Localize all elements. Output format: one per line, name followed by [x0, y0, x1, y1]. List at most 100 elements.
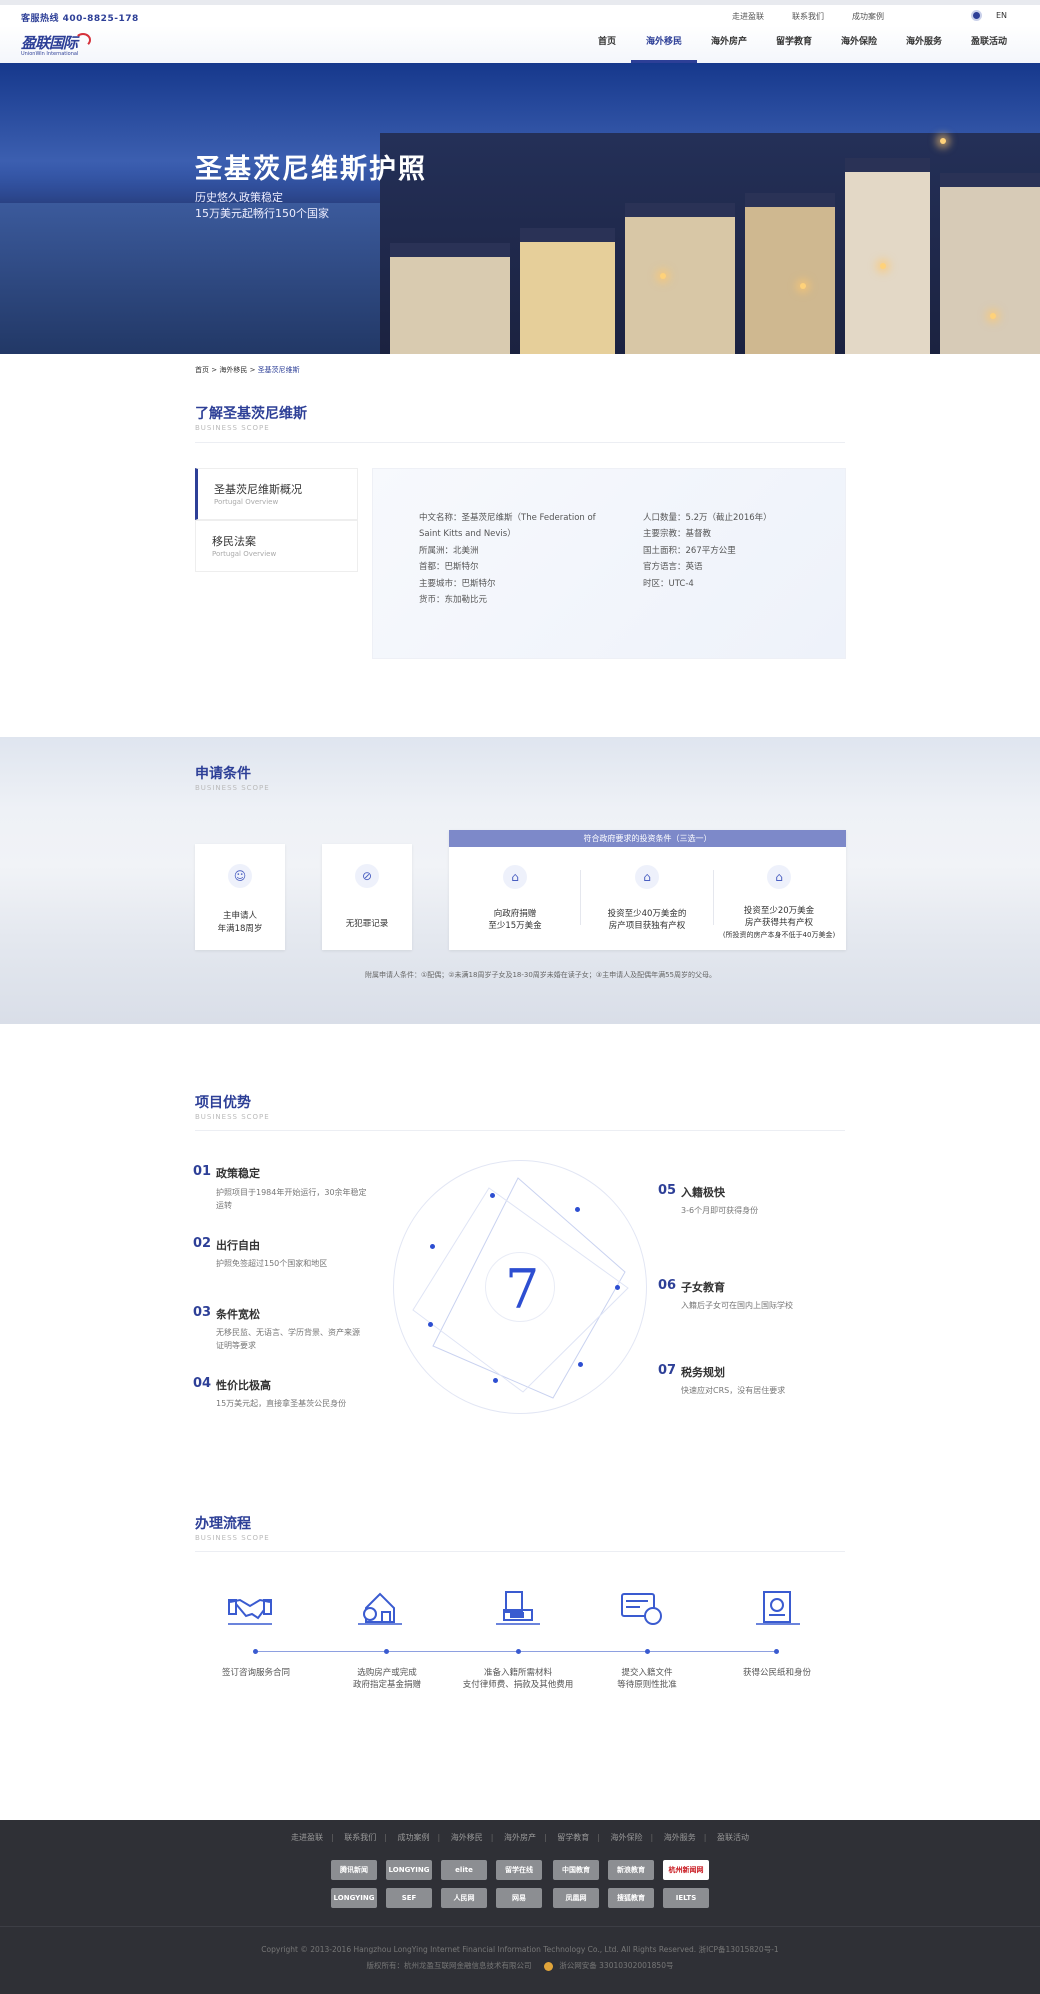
ring-dot	[490, 1193, 495, 1198]
partner-logo[interactable]: 搜狐教育	[608, 1888, 654, 1908]
divider	[195, 442, 845, 443]
footer-sep: |	[544, 1833, 547, 1842]
ring-dot	[430, 1244, 435, 1249]
process-step-line: 政府指定基金捐赠	[352, 1680, 421, 1690]
advantage-title: 政策稳定	[216, 1167, 260, 1180]
info-line: 国土面积：267平方公里	[643, 545, 736, 556]
nav-insurance[interactable]: 海外保险	[827, 26, 891, 63]
top-link-cases[interactable]: 成功案例	[852, 11, 884, 22]
info-left-column: 中文名称：圣基茨尼维斯（The Federation of Saint Kitt…	[419, 510, 596, 608]
nav-service[interactable]: 海外服务	[891, 26, 957, 63]
hero-banner: 圣基茨尼维斯护照 历史悠久政策稳定 15万美元起畅行150个国家	[0, 63, 1040, 354]
timeline-dot	[384, 1649, 389, 1654]
hero-light	[660, 273, 666, 279]
breadcrumb-current: 圣基茨尼维斯	[257, 366, 300, 374]
hero-house	[940, 173, 1040, 354]
partner-logo[interactable]: 人民网	[441, 1888, 487, 1908]
tab-overview[interactable]: 圣基茨尼维斯概况 Portugal Overview	[195, 468, 358, 520]
advantage-number: 02	[193, 1236, 212, 1251]
timeline-dot	[516, 1649, 521, 1654]
nav-events[interactable]: 盈联活动	[957, 26, 1021, 63]
partner-logo[interactable]: 凤凰网	[553, 1888, 599, 1908]
advantage-desc: 3-6个月即可获得身份	[681, 1206, 759, 1215]
footer-sep: |	[437, 1833, 441, 1842]
top-link-about[interactable]: 走进盈联	[732, 11, 764, 22]
partner-logo[interactable]: SEF	[386, 1888, 432, 1908]
partner-logo[interactable]: 腾讯新闻	[331, 1860, 377, 1880]
footer-sep: |	[331, 1833, 334, 1842]
breadcrumb-home[interactable]: 首页	[195, 366, 209, 374]
option-donation-label: 向政府捐赠 至少15万美金	[465, 908, 565, 932]
partner-logo[interactable]: LONGYING	[386, 1860, 432, 1880]
partner-logo[interactable]: 网易	[496, 1888, 542, 1908]
advantage-desc-line: 证明等要求	[216, 1341, 256, 1350]
main-header: 盈联国际 UnionWin International 首页 海外移民 海外房产…	[0, 26, 1040, 63]
partner-logo[interactable]: LONGYING	[331, 1888, 377, 1908]
breadcrumb-sep: >	[211, 366, 218, 374]
info-line: 主要城市：巴斯特尔	[419, 578, 496, 589]
partner-logo[interactable]: 留学在线	[496, 1860, 542, 1880]
nav-home[interactable]: 首页	[583, 26, 631, 63]
language-switch[interactable]: EN	[996, 11, 1007, 20]
footer-link[interactable]: 盈联活动	[717, 1833, 749, 1842]
footer-link[interactable]: 海外房产	[504, 1833, 536, 1842]
breadcrumb-immigration[interactable]: 海外移民	[219, 366, 247, 374]
top-link-contact[interactable]: 联系我们	[792, 11, 824, 22]
advantage-desc: 无移民监、无语言、学历背景、资产来源 证明等要求	[216, 1326, 360, 1352]
option-line: 房产项目获独有产权	[608, 921, 686, 931]
person-icon: ☺	[228, 864, 252, 888]
hero-house	[625, 203, 735, 354]
overview-subtitle: BUSINESS SCOPE	[195, 424, 270, 432]
tab-immigration-law[interactable]: 移民法案 Portugal Overview	[195, 520, 358, 572]
globe-icon[interactable]	[971, 10, 982, 21]
police-record-text[interactable]: 浙公网安备 33010302001850号	[559, 1961, 673, 1970]
hero-light	[880, 263, 886, 269]
footer-sep: |	[597, 1833, 600, 1842]
hero-town-image	[380, 133, 1040, 354]
partner-logo[interactable]: IELTS	[663, 1888, 709, 1908]
ring-dot	[428, 1322, 433, 1327]
logo-text-cn: 盈联国际	[21, 34, 78, 52]
info-right-column: 人口数量：5.2万（截止2016年） 主要宗教：基督教 国土面积：267平方公里…	[643, 510, 772, 592]
footer-link[interactable]: 成功案例	[398, 1833, 430, 1842]
footer-link[interactable]: 联系我们	[344, 1833, 376, 1842]
partner-logo[interactable]: 新浪教育	[608, 1860, 654, 1880]
owner-text: 版权所有：杭州龙盈互联网金融信息技术有限公司	[366, 1961, 532, 1970]
footer-link[interactable]: 走进盈联	[291, 1833, 323, 1842]
nav-immigration[interactable]: 海外移民	[631, 26, 697, 63]
process-timeline	[255, 1651, 775, 1652]
advantage-desc: 15万美元起，直接拿圣基茨公民身份	[216, 1399, 347, 1408]
timeline-dot	[774, 1649, 779, 1654]
option-line: 向政府捐赠	[493, 909, 537, 919]
logo[interactable]: 盈联国际 UnionWin International	[21, 32, 91, 57]
advantage-desc: 入籍后子女可在国内上国际学校	[681, 1301, 793, 1310]
footer-link[interactable]: 留学教育	[557, 1833, 589, 1842]
info-line: 时区：UTC-4	[643, 578, 694, 589]
footer-link[interactable]: 海外保险	[611, 1833, 643, 1842]
info-line: 货币：东加勒比元	[419, 595, 488, 606]
footer-link[interactable]: 海外服务	[664, 1833, 696, 1842]
hotline-text: 客服热线 400-8825-178	[21, 14, 139, 24]
hero-house	[745, 193, 835, 354]
hero-house	[390, 243, 510, 354]
condition-card-record: ⊘ 无犯罪记录	[322, 844, 412, 950]
logo-swoosh-icon	[75, 33, 91, 47]
advantage-title: 条件宽松	[216, 1308, 260, 1321]
logo-text-en: UnionWin International	[21, 51, 79, 57]
partner-logo[interactable]: 杭州新闻网	[663, 1860, 709, 1880]
process-step-line: 支付律师费、捐款及其他费用	[462, 1680, 574, 1690]
footer-links: 走进盈联 | 联系我们 | 成功案例 | 海外移民 | 海外房产 | 留学教育 | 海外保险…	[0, 1832, 1040, 1843]
footer-link[interactable]: 海外移民	[451, 1833, 483, 1842]
ring-dot	[493, 1378, 498, 1383]
partner-logo[interactable]: elite	[441, 1860, 487, 1880]
advantage-title: 入籍极快	[681, 1186, 725, 1199]
partner-logo[interactable]: 中国教育	[553, 1860, 599, 1880]
condition-label: 主申请人 年满18周岁	[195, 910, 285, 936]
tab-overview-label: 圣基茨尼维斯概况	[214, 483, 302, 496]
nav-property[interactable]: 海外房产	[697, 26, 761, 63]
main-nav: 首页 海外移民 海外房产 留学教育 海外保险 海外服务 盈联活动	[583, 26, 1021, 63]
advantage-number: 01	[193, 1164, 212, 1179]
breadcrumb-sep: >	[249, 366, 256, 374]
nav-education[interactable]: 留学教育	[761, 26, 827, 63]
advantage-desc-line: 护照项目于1984年开始运行，30余年稳定	[216, 1188, 367, 1197]
